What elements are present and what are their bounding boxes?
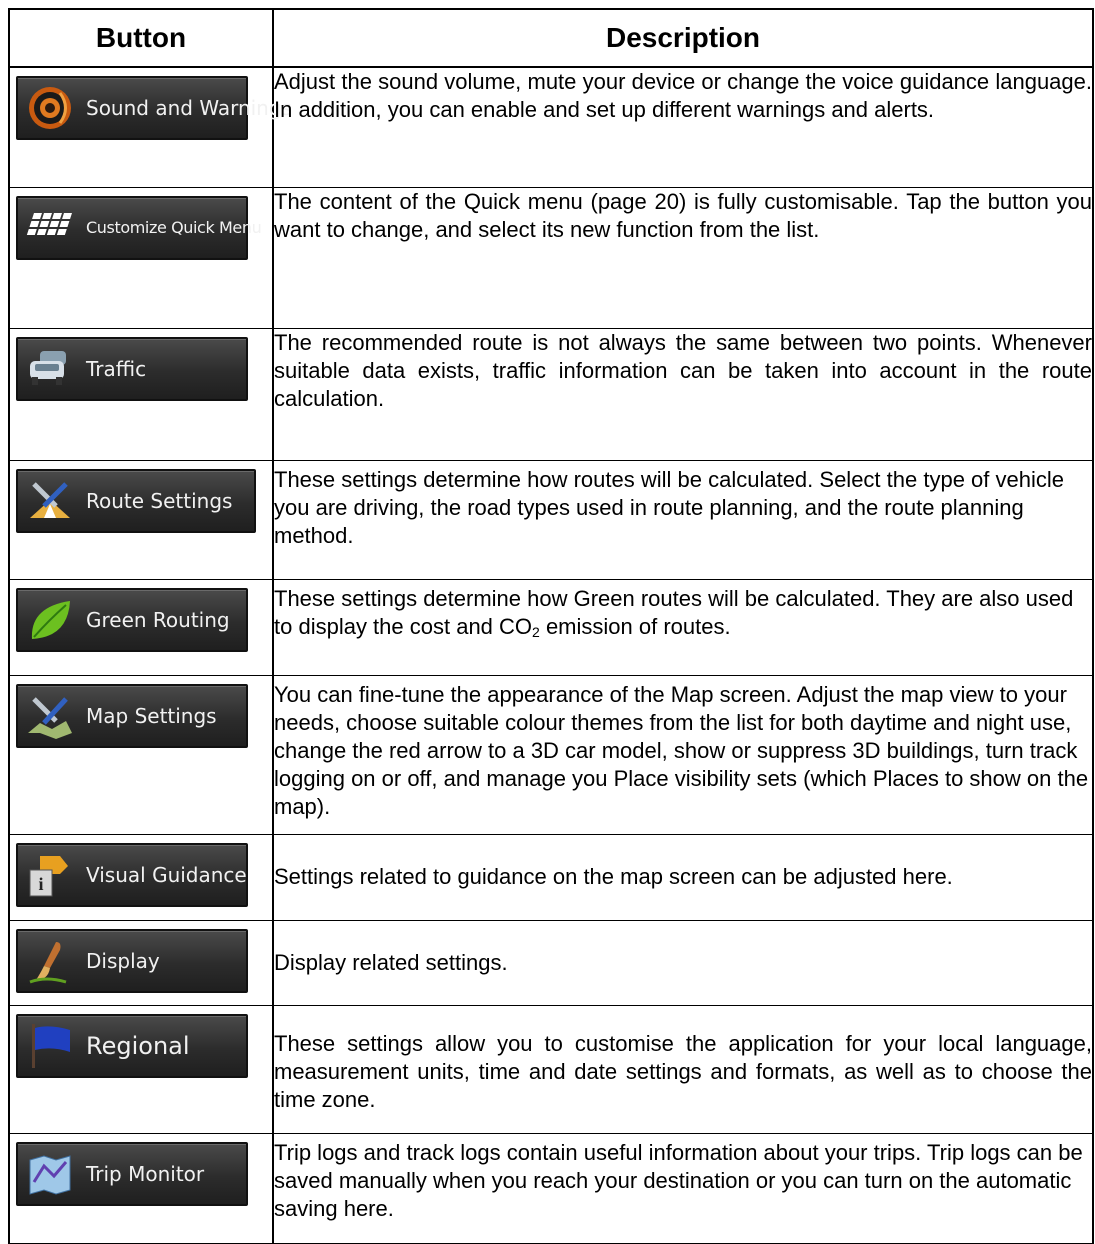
description: You can fine-tune the appearance of the … — [272, 674, 1094, 835]
header-row: Button Description — [8, 8, 1094, 68]
svg-text:i: i — [38, 874, 43, 894]
regional-button[interactable]: Regional — [16, 1013, 248, 1078]
paintbrush-icon — [24, 935, 76, 987]
table-row: Regional These settings allow you to cus… — [8, 1004, 1094, 1134]
description: These settings allow you to customise th… — [272, 1004, 1094, 1134]
button-label: Green Routing — [86, 607, 230, 632]
traffic-cars-icon — [24, 343, 76, 395]
button-label: Trip Monitor — [86, 1161, 205, 1186]
button-label: Regional — [86, 1031, 190, 1060]
button-label: Visual Guidance — [86, 862, 247, 887]
table-row: Display Display related settings. — [8, 919, 1094, 1006]
trip-map-icon — [24, 1148, 76, 1200]
green-routing-button[interactable]: Green Routing — [16, 587, 248, 652]
description: These settings determine how Green route… — [272, 578, 1094, 676]
description: Settings related to guidance on the map … — [272, 833, 1094, 921]
route-settings-button[interactable]: Route Settings — [16, 468, 256, 533]
description: Trip logs and track logs contain useful … — [272, 1132, 1094, 1244]
quick-menu-grid-icon — [24, 202, 76, 254]
button-label: Map Settings — [86, 703, 217, 728]
table-row: Route Settings These settings determine … — [8, 459, 1094, 580]
settings-table: Button Description Sound and Warnings Ad… — [8, 8, 1094, 1244]
button-label: Sound and Warnings — [86, 96, 292, 120]
button-label: Route Settings — [86, 488, 233, 513]
leaf-icon — [24, 594, 76, 646]
display-button[interactable]: Display — [16, 928, 248, 993]
route-tools-icon — [24, 475, 76, 527]
table-row: Map Settings You can fine-tune the appea… — [8, 674, 1094, 835]
map-tools-icon — [24, 690, 76, 742]
button-label: Display — [86, 948, 160, 973]
description: The content of the Quick menu (page 20) … — [272, 186, 1094, 329]
description: Display related settings. — [272, 919, 1094, 1006]
traffic-button[interactable]: Traffic — [16, 336, 248, 401]
map-settings-button[interactable]: Map Settings — [16, 683, 248, 748]
button-label: Traffic — [86, 356, 147, 381]
description: Adjust the sound volume, mute your devic… — [272, 66, 1094, 188]
header-description: Description — [272, 8, 1094, 68]
info-signpost-icon: i — [24, 849, 76, 901]
button-label: Customize Quick Menu — [86, 218, 262, 237]
table-row: i Visual Guidance Settings related to gu… — [8, 833, 1094, 921]
description: The recommended route is not always the … — [272, 327, 1094, 461]
description: These settings determine how routes will… — [272, 459, 1094, 580]
flag-icon — [24, 1020, 76, 1072]
table-row: Sound and Warnings Adjust the sound volu… — [8, 66, 1094, 188]
table-row: Customize Quick Menu The content of the … — [8, 186, 1094, 329]
trip-monitor-button[interactable]: Trip Monitor — [16, 1141, 248, 1206]
visual-guidance-button[interactable]: i Visual Guidance — [16, 842, 248, 907]
speaker-icon — [24, 82, 76, 134]
header-button: Button — [8, 8, 274, 68]
sound-and-warnings-button[interactable]: Sound and Warnings — [16, 76, 292, 140]
table-row: Traffic The recommended route is not alw… — [8, 327, 1094, 461]
table-row: Green Routing These settings determine h… — [8, 578, 1094, 676]
customize-quick-menu-button[interactable]: Customize Quick Menu — [16, 195, 262, 260]
table-row: Trip Monitor Trip logs and track logs co… — [8, 1132, 1094, 1244]
